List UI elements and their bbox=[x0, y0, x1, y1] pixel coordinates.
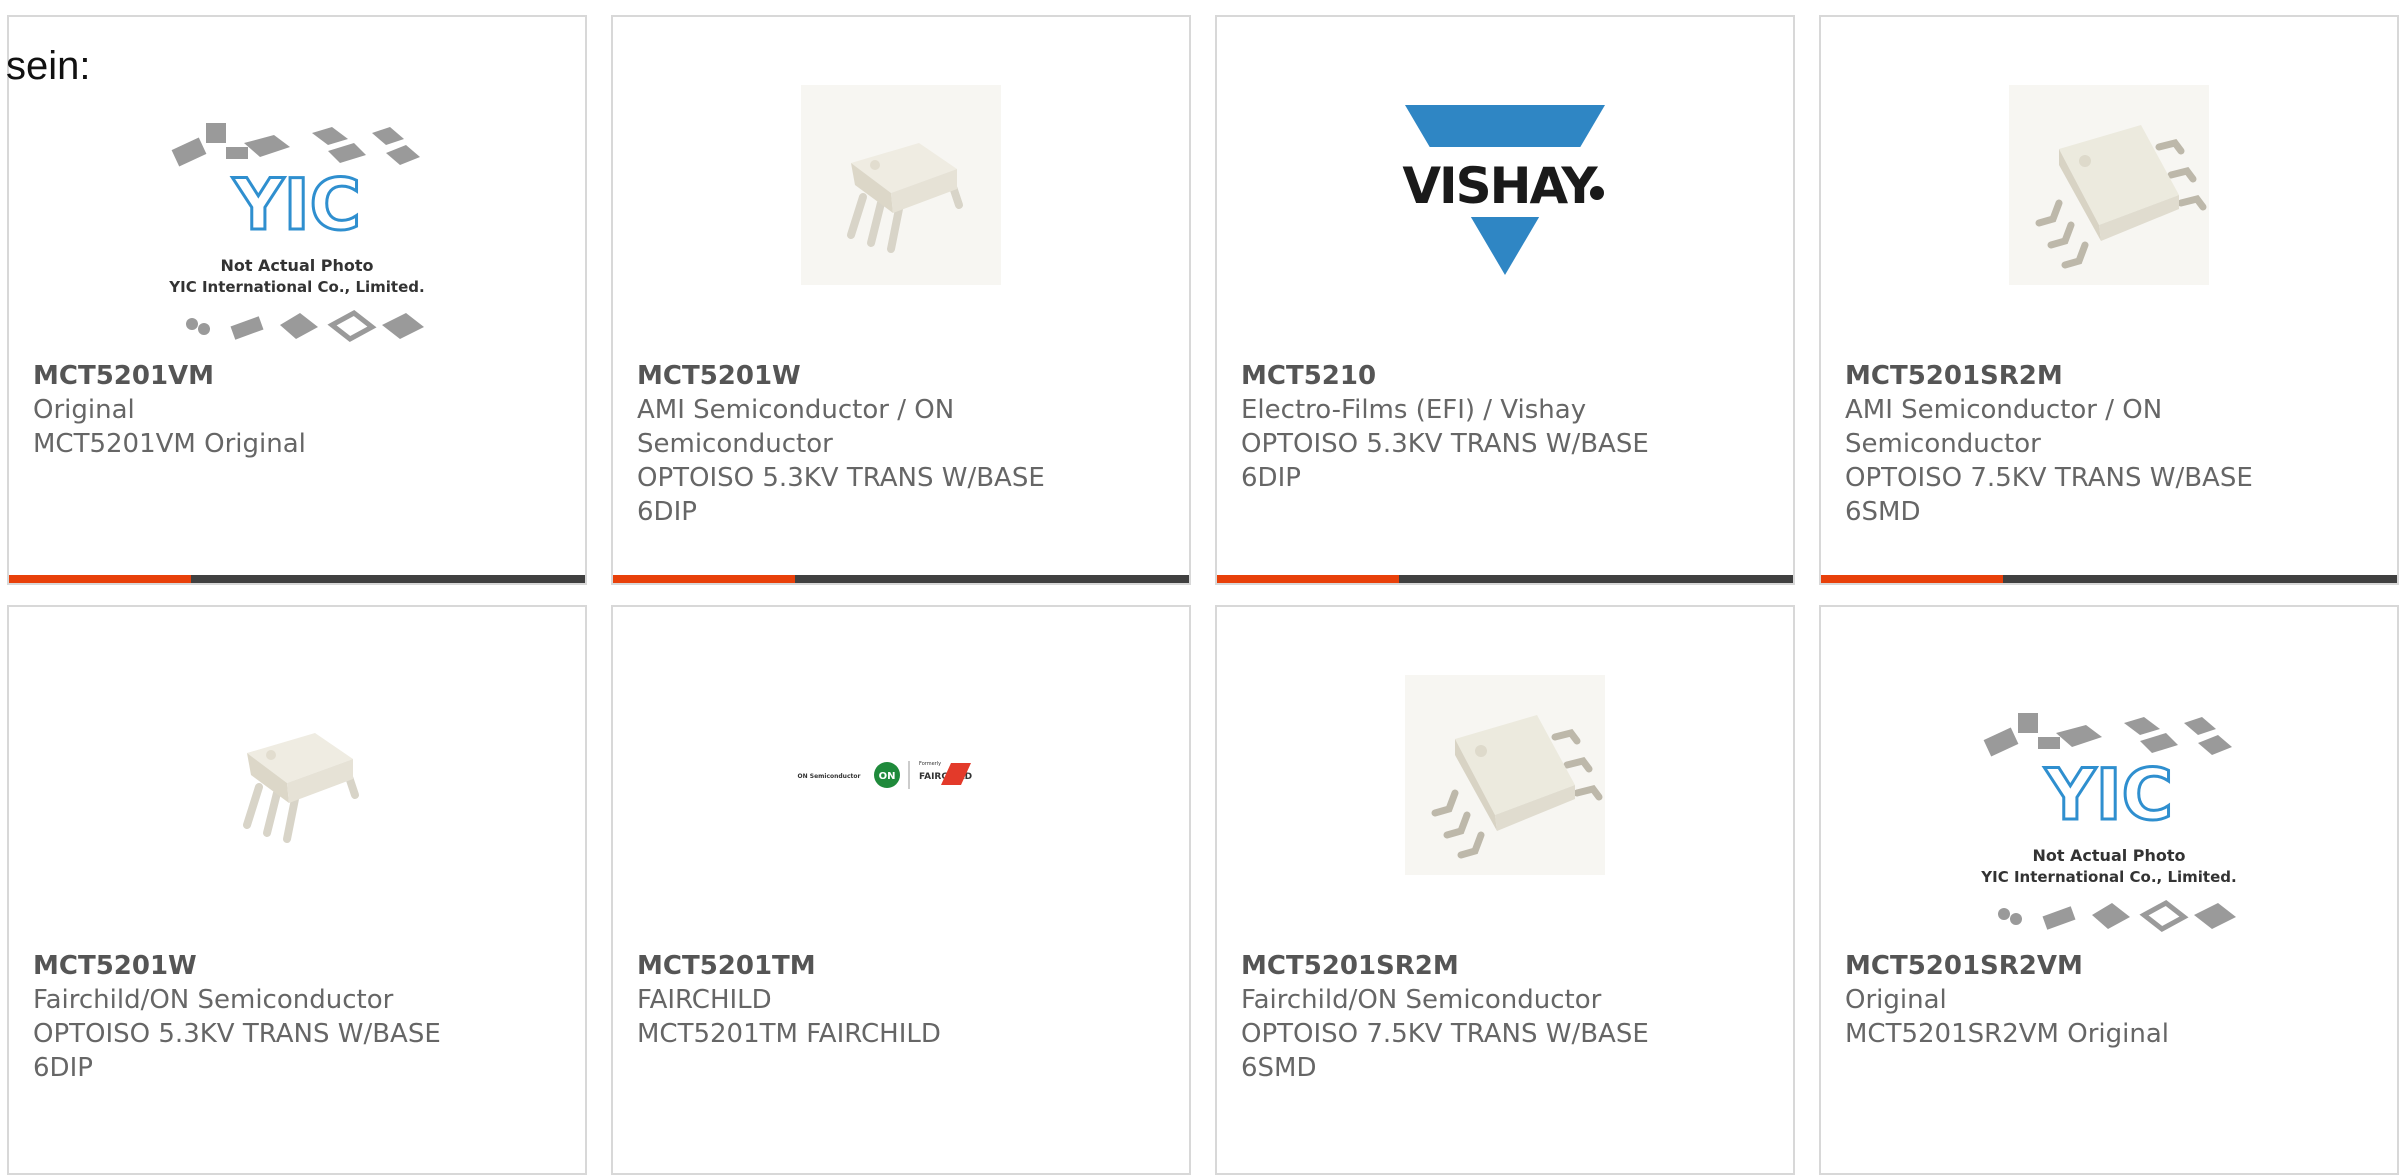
description: OPTOISO 5.3KV TRANS W/BASE 6DIP bbox=[33, 1019, 441, 1083]
description: MCT5201SR2VM Original bbox=[1845, 1019, 2169, 1049]
part-number[interactable]: MCT5201SR2M bbox=[1845, 359, 2315, 393]
manufacturer: AMI Semiconductor / ON Semiconductor bbox=[637, 395, 955, 459]
svg-text:Not Actual Photo: Not Actual Photo bbox=[220, 256, 373, 275]
manufacturer: Original bbox=[1845, 985, 1947, 1015]
part-number[interactable]: MCT5201TM bbox=[637, 949, 1107, 983]
yic-logo-text: YIC bbox=[232, 164, 361, 246]
on-fairchild-logo-image: ON Semiconductor ON Formerly FAIRCHILD bbox=[791, 675, 1011, 875]
card-bottom-bar bbox=[9, 575, 585, 583]
part-number[interactable]: MCT5201SR2VM bbox=[1845, 949, 2315, 983]
on-badge-icon: ON bbox=[879, 771, 896, 782]
product-card[interactable]: YIC Not Actual Photo YIC International C… bbox=[7, 15, 587, 585]
part-number[interactable]: MCT5210 bbox=[1241, 359, 1711, 393]
product-grid: YIC Not Actual Photo YIC International C… bbox=[7, 15, 2399, 1175]
product-card[interactable]: YIC Not Actual Photo YIC International C… bbox=[1819, 605, 2399, 1175]
part-number[interactable]: MCT5201VM bbox=[33, 359, 503, 393]
dip6-chip-image bbox=[801, 85, 1001, 285]
manufacturer: Original bbox=[33, 395, 135, 425]
vishay-logo-text: VISHAY bbox=[1402, 157, 1598, 215]
manufacturer: FAIRCHILD bbox=[637, 985, 772, 1015]
product-info: MCT5201W Fairchild/ON Semiconductor OPTO… bbox=[33, 949, 503, 1085]
svg-text:Formerly: Formerly bbox=[919, 761, 941, 767]
manufacturer: Fairchild/ON Semiconductor bbox=[33, 985, 394, 1015]
card-bottom-bar bbox=[613, 575, 1189, 583]
card-bottom-bar bbox=[1821, 575, 2397, 583]
part-number[interactable]: MCT5201W bbox=[637, 359, 1107, 393]
product-info: MCT5201SR2VM Original MCT5201SR2VM Origi… bbox=[1845, 949, 2315, 1051]
dip6-chip-image bbox=[197, 675, 397, 875]
yic-placeholder-image: YIC Not Actual Photo YIC International C… bbox=[162, 99, 432, 369]
vishay-logo-image: VISHAY bbox=[1395, 85, 1615, 285]
product-card[interactable]: ON Semiconductor ON Formerly FAIRCHILD M… bbox=[611, 605, 1191, 1175]
yic-placeholder-image: YIC Not Actual Photo YIC International C… bbox=[1974, 689, 2244, 959]
manufacturer: Fairchild/ON Semiconductor bbox=[1241, 985, 1602, 1015]
description: MCT5201VM Original bbox=[33, 429, 306, 459]
description: OPTOISO 5.3KV TRANS W/BASE 6DIP bbox=[637, 463, 1045, 527]
smd6-chip-image bbox=[1405, 675, 1605, 875]
smd6-chip-image bbox=[2009, 85, 2209, 285]
product-info: MCT5201W AMI Semiconductor / ON Semicond… bbox=[637, 359, 1107, 529]
description: OPTOISO 5.3KV TRANS W/BASE 6DIP bbox=[1241, 429, 1649, 493]
yic-logo-text: YIC bbox=[2044, 754, 2173, 836]
description: OPTOISO 7.5KV TRANS W/BASE 6SMD bbox=[1845, 463, 2253, 527]
product-card[interactable]: MCT5201W Fairchild/ON Semiconductor OPTO… bbox=[7, 605, 587, 1175]
svg-text:YIC International Co., Limited: YIC International Co., Limited. bbox=[168, 278, 424, 296]
product-card[interactable]: MCT5201SR2M AMI Semiconductor / ON Semic… bbox=[1819, 15, 2399, 585]
intro-text: sein: bbox=[6, 44, 91, 88]
product-info: MCT5201TM FAIRCHILD MCT5201TM FAIRCHILD bbox=[637, 949, 1107, 1051]
product-card[interactable]: MCT5201W AMI Semiconductor / ON Semicond… bbox=[611, 15, 1191, 585]
part-number[interactable]: MCT5201SR2M bbox=[1241, 949, 1711, 983]
product-info: MCT5201SR2M AMI Semiconductor / ON Semic… bbox=[1845, 359, 2315, 529]
description: OPTOISO 7.5KV TRANS W/BASE 6SMD bbox=[1241, 1019, 1649, 1083]
manufacturer: Electro-Films (EFI) / Vishay bbox=[1241, 395, 1587, 425]
part-number[interactable]: MCT5201W bbox=[33, 949, 503, 983]
product-info: MCT5210 Electro-Films (EFI) / Vishay OPT… bbox=[1241, 359, 1711, 495]
card-bottom-bar bbox=[1217, 575, 1793, 583]
product-info: MCT5201SR2M Fairchild/ON Semiconductor O… bbox=[1241, 949, 1711, 1085]
svg-text:ON Semiconductor: ON Semiconductor bbox=[798, 773, 861, 780]
svg-text:YIC International Co., Limited: YIC International Co., Limited. bbox=[1980, 868, 2236, 886]
product-card[interactable]: VISHAY MCT5210 Electro-Films (EFI) / Vis… bbox=[1215, 15, 1795, 585]
product-info: MCT5201VM Original MCT5201VM Original bbox=[33, 359, 503, 461]
svg-text:Not Actual Photo: Not Actual Photo bbox=[2032, 846, 2185, 865]
product-card[interactable]: MCT5201SR2M Fairchild/ON Semiconductor O… bbox=[1215, 605, 1795, 1175]
manufacturer: AMI Semiconductor / ON Semiconductor bbox=[1845, 395, 2163, 459]
description: MCT5201TM FAIRCHILD bbox=[637, 1019, 941, 1049]
